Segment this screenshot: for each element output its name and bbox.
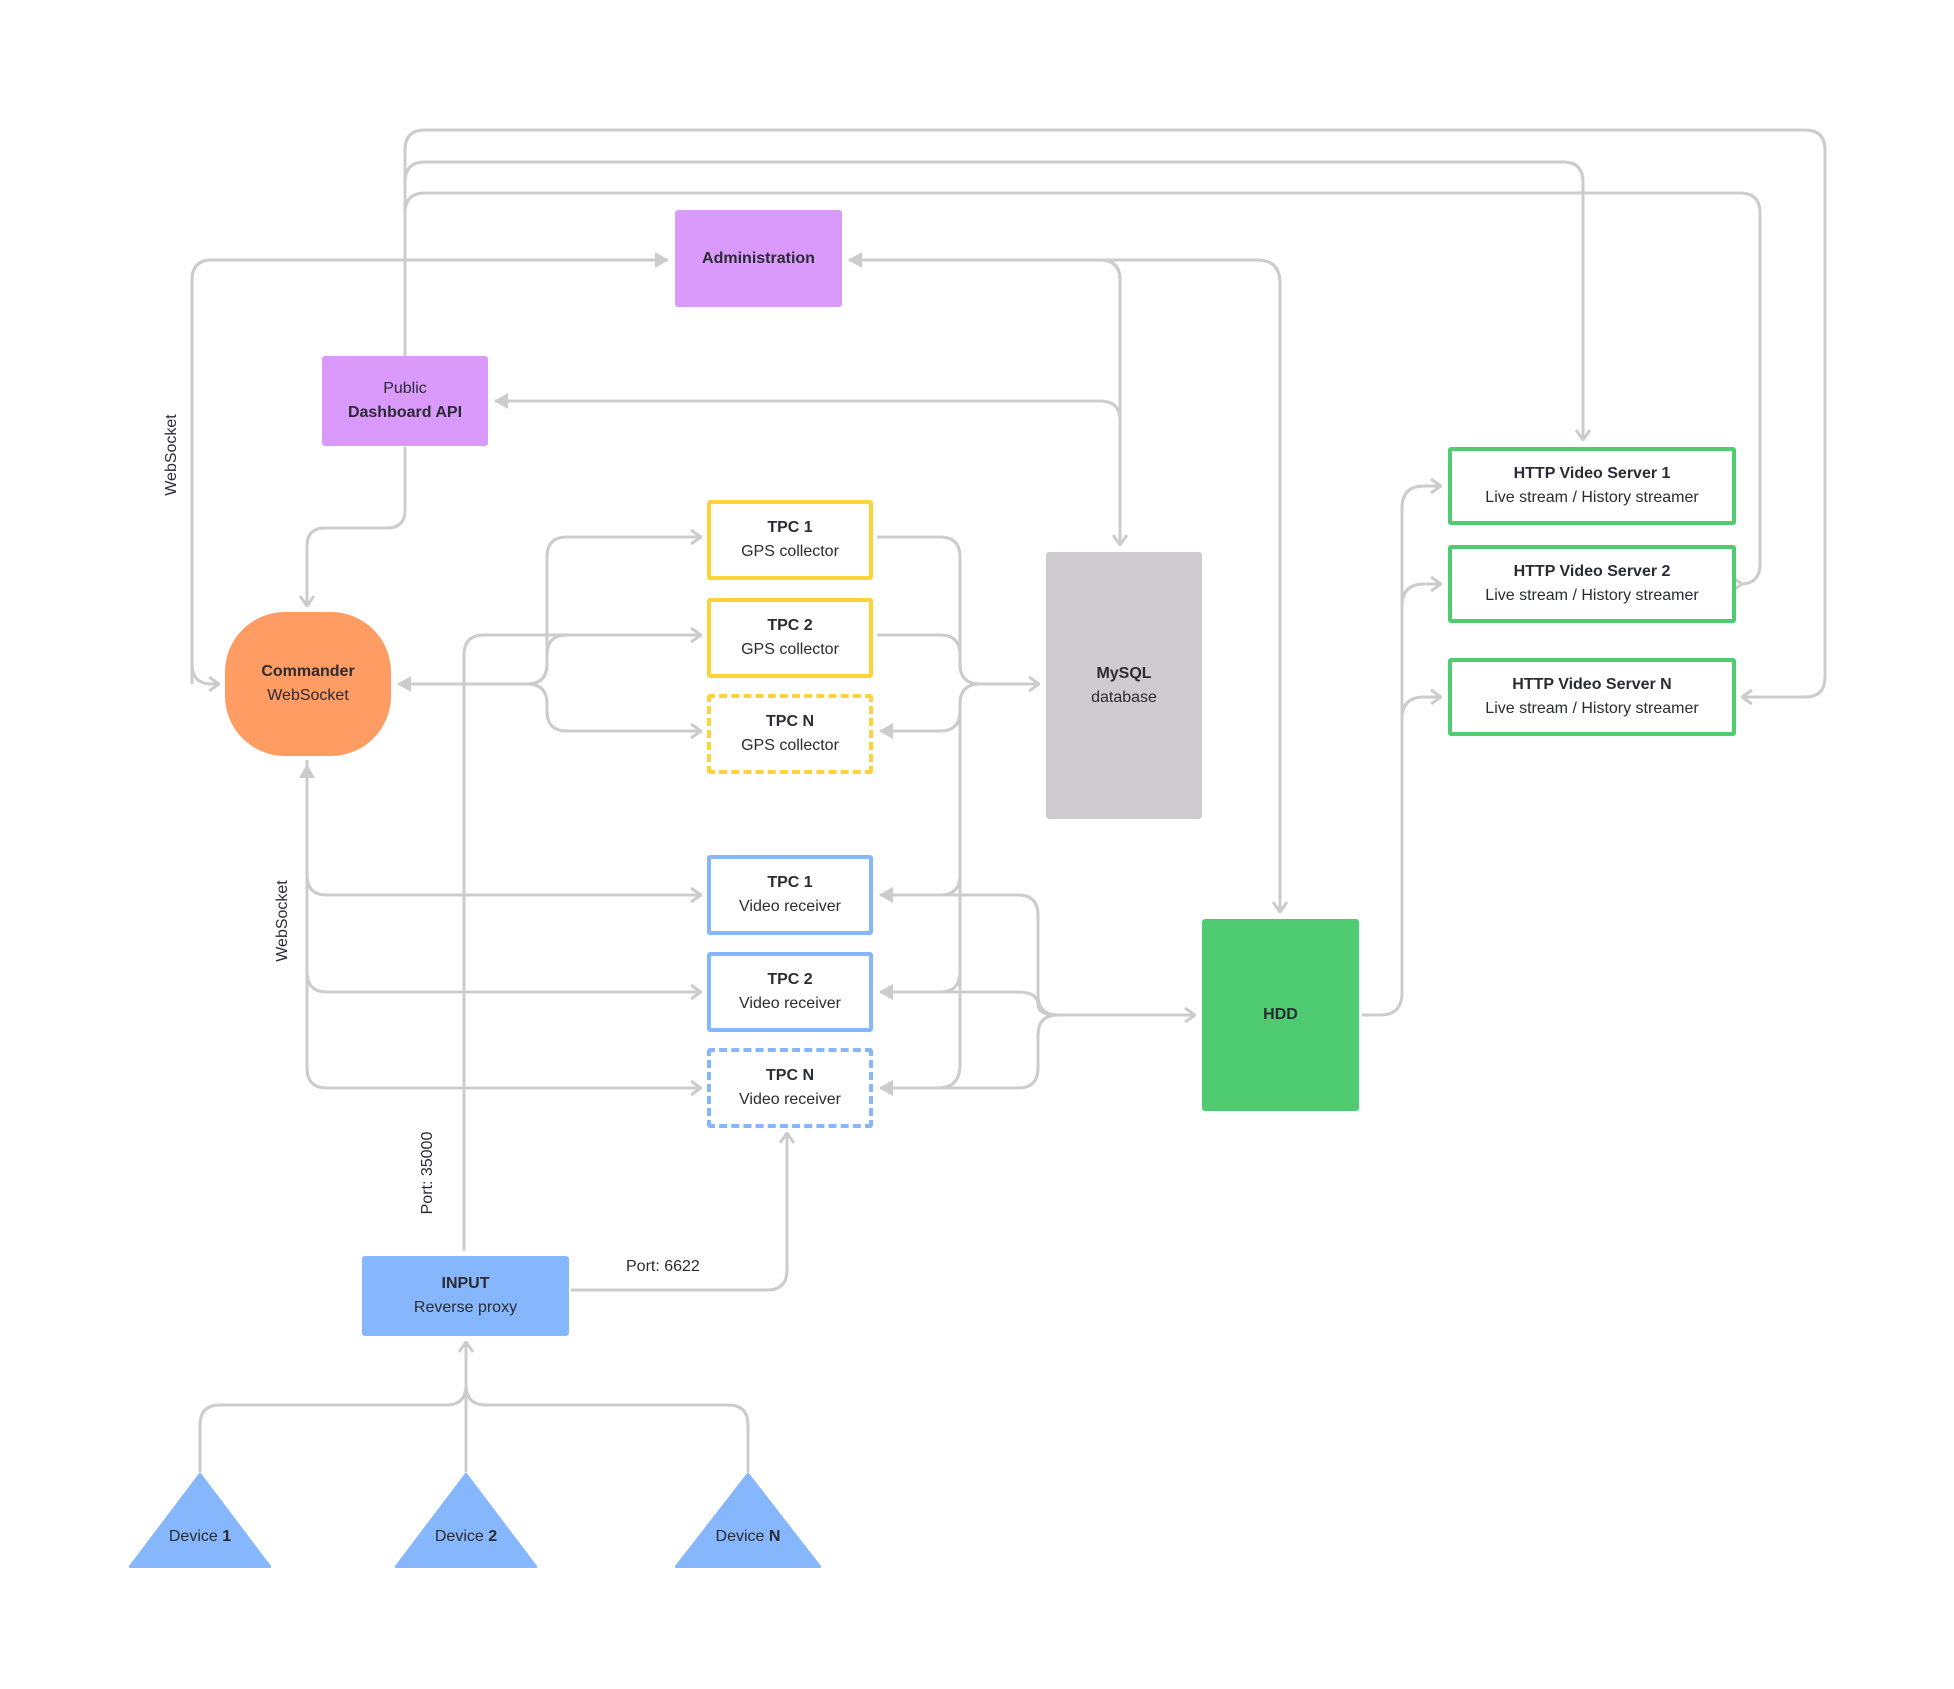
device-1-prefix: Device: [168, 1528, 223, 1545]
port-6622-label: Port: 6622: [626, 1258, 700, 1275]
input-reverse-proxy-node[interactable]: INPUT Reverse proxy: [362, 1256, 569, 1336]
wire-hdd-video1: [879, 887, 1059, 1017]
wire-device1-input: [198, 1384, 468, 1472]
device-n-id: N: [768, 1528, 781, 1545]
device-1-triangle-icon: [128, 1472, 272, 1568]
video-receiver-tpc2[interactable]: TPC 2 Video receiver: [707, 952, 873, 1032]
gps-tpc1-title: TPC 1: [767, 519, 813, 536]
wire-commander-videon: [305, 972, 701, 1088]
http-video-server-n[interactable]: HTTP Video Server N Live stream / Histor…: [1448, 658, 1736, 736]
websocket-label-bottom: WebSocket: [274, 880, 291, 962]
device-n-prefix: Device: [715, 1528, 769, 1545]
gps-tpc2-title: TPC 2: [767, 617, 813, 634]
wire-api-http2: [403, 191, 1762, 584]
mysql-database-node[interactable]: MySQL database: [1046, 552, 1202, 819]
public-api-line1: Public: [383, 380, 427, 397]
wire-junction-admin: [848, 252, 1122, 281]
gps-tpc1-subtitle: GPS collector: [741, 543, 839, 560]
device-2-prefix: Device: [434, 1528, 489, 1545]
video-receiver-tpc1[interactable]: TPC 1 Video receiver: [707, 855, 873, 935]
gps-tpcn-title: TPC N: [766, 713, 814, 730]
http-video-server-1[interactable]: HTTP Video Server 1 Live stream / Histor…: [1448, 447, 1736, 525]
http2-title: HTTP Video Server 2: [1513, 563, 1671, 580]
public-api-title: Dashboard API: [347, 404, 463, 421]
video-receiver-tpcn[interactable]: TPC N Video receiver: [707, 1048, 873, 1128]
wire-commander-gps1: [526, 537, 701, 686]
httpn-title: HTTP Video Server N: [1512, 676, 1672, 693]
wire-hdd-http2: [1400, 584, 1441, 607]
gps-collector-tpcn[interactable]: TPC N GPS collector: [707, 694, 873, 774]
http1-title: HTTP Video Server 1: [1513, 465, 1671, 482]
wire-ws-commander: [190, 663, 219, 684]
gps-tpcn-subtitle: GPS collector: [741, 737, 839, 754]
mysql-subtitle: database: [1091, 688, 1157, 706]
device-n-label: Device N: [673, 1528, 823, 1546]
device-n-triangle-icon: [674, 1472, 822, 1568]
device-2-triangle-icon: [394, 1472, 538, 1568]
video-tpc1-title: TPC 1: [767, 874, 813, 891]
wire-commander-video1: [305, 760, 701, 895]
administration-title: Administration: [702, 249, 815, 267]
wire-mysql-video2: [879, 971, 962, 1000]
wire-hdd-videon: [879, 1013, 1059, 1096]
commander-title: Commander: [261, 663, 355, 680]
input-subtitle: Reverse proxy: [413, 1299, 518, 1316]
device-1[interactable]: Device 1: [127, 1470, 273, 1570]
video-tpcn-subtitle: Video receiver: [739, 1091, 841, 1108]
hdd-title: HDD: [1263, 1006, 1298, 1023]
wire-mysql-video1: [879, 874, 962, 903]
wire-gps1-mysql: [877, 535, 1039, 684]
port-35000-label: Port: 35000: [419, 1131, 436, 1215]
hdd-node[interactable]: HDD: [1202, 919, 1359, 1111]
http1-subtitle: Live stream / History streamer: [1485, 489, 1699, 506]
wire-commander-gps2: [526, 635, 701, 686]
gps-collector-tpc2[interactable]: TPC 2 GPS collector: [707, 598, 873, 678]
public-dashboard-api-node[interactable]: Public Dashboard API: [322, 356, 488, 446]
device-2[interactable]: Device 2: [393, 1470, 539, 1570]
websocket-label-top: WebSocket: [163, 414, 180, 496]
wire-commander-video2: [305, 875, 701, 992]
gps-collector-tpc1[interactable]: TPC 1 GPS collector: [707, 500, 873, 580]
wire-commander-gpsn: [526, 682, 701, 731]
device-1-id: 1: [222, 1528, 232, 1545]
wire-mysql-gpsn: [879, 682, 981, 739]
commander-subtitle: WebSocket: [267, 687, 349, 704]
wire-devicen-input: [464, 1384, 750, 1472]
wire-hdd-video2: [879, 984, 1059, 1017]
device-1-label: Device 1: [127, 1528, 273, 1546]
wire-api-http1: [403, 160, 1583, 440]
administration-node[interactable]: Administration: [675, 210, 842, 307]
commander-node[interactable]: Commander WebSocket: [225, 612, 391, 756]
connector-layer: [190, 128, 1827, 1472]
wire-gps2-mysql: [877, 633, 981, 686]
http2-subtitle: Live stream / History streamer: [1485, 587, 1699, 604]
device-2-id: 2: [488, 1528, 498, 1545]
video-tpc2-title: TPC 2: [767, 971, 813, 988]
httpn-subtitle: Live stream / History streamer: [1485, 700, 1699, 717]
wire-hdd-httpn: [1400, 697, 1441, 720]
gps-tpc2-subtitle: GPS collector: [741, 641, 839, 658]
mysql-title: MySQL: [1096, 664, 1152, 682]
video-tpc2-subtitle: Video receiver: [739, 995, 841, 1012]
http-video-server-2[interactable]: HTTP Video Server 2 Live stream / Histor…: [1448, 545, 1736, 623]
video-tpc1-subtitle: Video receiver: [739, 898, 841, 915]
device-n[interactable]: Device N: [673, 1470, 823, 1570]
device-2-label: Device 2: [393, 1528, 539, 1546]
input-title: INPUT: [441, 1275, 490, 1292]
wire-api-commander: [307, 447, 407, 606]
wire-hdd-http1: [1362, 486, 1441, 1017]
video-tpcn-title: TPC N: [766, 1067, 814, 1084]
wire-mysql-api: [494, 393, 1122, 421]
